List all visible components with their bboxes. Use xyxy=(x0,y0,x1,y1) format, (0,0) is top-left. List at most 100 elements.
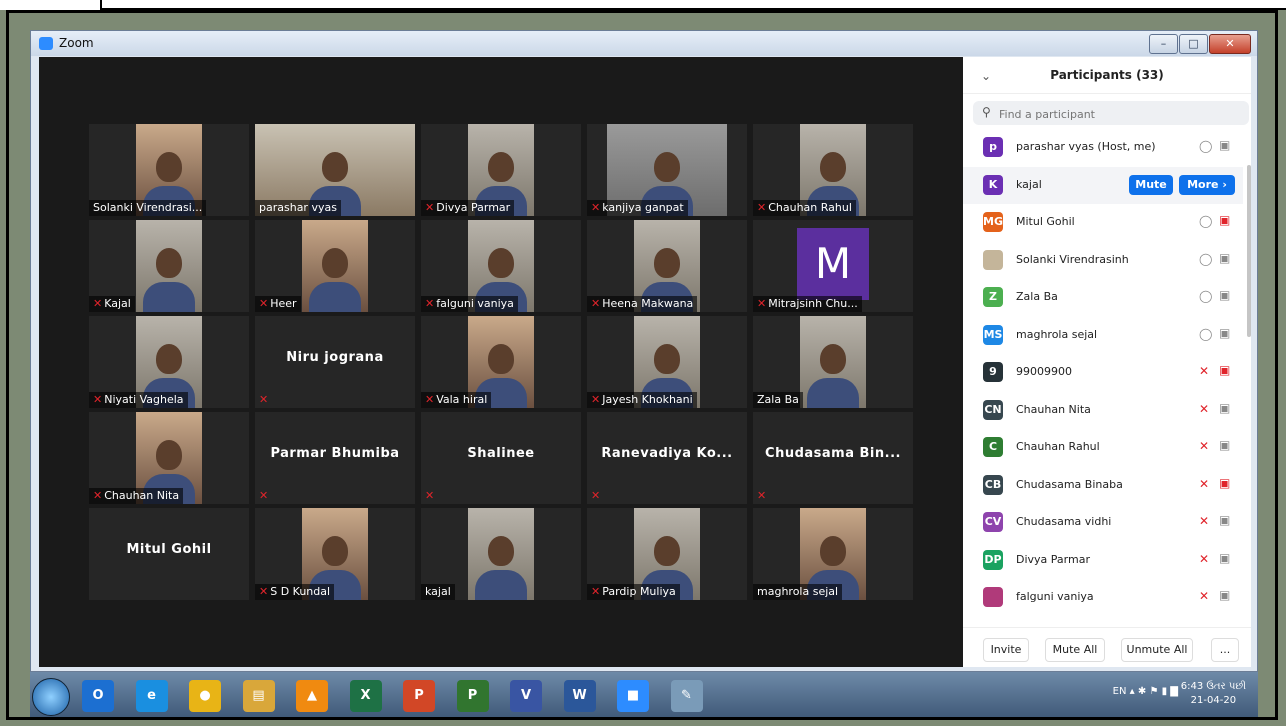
close-button[interactable]: ✕ xyxy=(1209,34,1251,54)
mute-all-button[interactable]: Mute All xyxy=(1045,638,1105,662)
mic-icon[interactable]: ◯ xyxy=(1199,327,1212,341)
participant-row[interactable]: CN Chauhan Nita ✕ ▣ xyxy=(963,392,1243,430)
scrollbar[interactable] xyxy=(1247,165,1251,337)
maximize-button[interactable]: □ xyxy=(1179,34,1208,54)
mic-muted-icon[interactable]: ✕ xyxy=(1199,552,1209,566)
vlc-icon[interactable]: ▲ xyxy=(296,680,328,712)
participant-row[interactable]: falguni vaniya ✕ ▣ xyxy=(963,579,1243,617)
video-icon[interactable]: ▣ xyxy=(1219,551,1230,565)
more-options-button[interactable]: ... xyxy=(1211,638,1239,662)
video-tile[interactable]: ✕ Kajal xyxy=(89,220,249,312)
paint-icon[interactable]: ✎ xyxy=(670,680,703,712)
chrome-icon[interactable]: ● xyxy=(189,680,221,712)
participant-row[interactable]: CB Chudasama Binaba ✕ ▣ xyxy=(963,467,1243,505)
participant-row[interactable]: CV Chudasama vidhi ✕ ▣ xyxy=(963,504,1243,542)
video-tile[interactable]: M ✕ Mitrajsinh Chu... xyxy=(753,220,913,312)
video-tile[interactable]: maghrola sejal xyxy=(753,508,913,600)
word-icon[interactable]: W xyxy=(563,680,596,712)
video-tile[interactable]: ✕ Chauhan Nita xyxy=(89,412,249,504)
minimize-button[interactable]: – xyxy=(1149,34,1178,54)
video-tile[interactable]: Shalinee ✕ xyxy=(421,412,581,504)
mic-icon[interactable]: ◯ xyxy=(1199,289,1212,303)
mic-muted-icon[interactable]: ✕ xyxy=(1199,514,1209,528)
mic-icon[interactable]: ◯ xyxy=(1199,214,1212,228)
video-icon[interactable]: ▣ xyxy=(1219,588,1230,602)
video-tile[interactable]: ✕ Divya Parmar xyxy=(421,124,581,216)
project-icon[interactable]: P xyxy=(456,680,489,712)
video-icon[interactable]: ▣ xyxy=(1219,138,1230,152)
mic-muted-icon[interactable]: ✕ xyxy=(1199,364,1209,378)
participant-row[interactable]: Kkajal Mute More › xyxy=(963,166,1243,204)
powerpoint-icon[interactable]: P xyxy=(403,680,435,712)
outlook-icon[interactable]: O xyxy=(82,680,114,712)
video-tile[interactable]: Chudasama Bin... ✕ xyxy=(753,412,913,504)
start-button[interactable] xyxy=(32,678,70,716)
flag-icon[interactable]: ⚑ xyxy=(1149,686,1161,697)
system-tray[interactable]: EN ▴ ✱ ⚑ ▮ ▇ xyxy=(1113,686,1178,697)
mic-muted-icon: ✕ xyxy=(757,489,767,502)
participant-row[interactable]: 9 99009900 ✕ ▣ xyxy=(963,354,1243,392)
battery-icon[interactable]: ▮ xyxy=(1162,686,1168,697)
tray-arrow-icon[interactable]: ▴ xyxy=(1130,686,1138,697)
more-button[interactable]: More › xyxy=(1179,174,1235,195)
title-bar[interactable]: Zoom – □ ✕ xyxy=(31,31,1257,56)
zoom-icon[interactable]: ■ xyxy=(617,680,649,712)
video-icon[interactable]: ▣ xyxy=(1219,438,1230,452)
unmute-all-button[interactable]: Unmute All xyxy=(1121,638,1193,662)
video-tile[interactable]: Ranevadiya Ko... ✕ xyxy=(587,412,747,504)
video-icon[interactable]: ▣ xyxy=(1219,326,1230,340)
language-indicator[interactable]: EN xyxy=(1113,686,1127,697)
participant-name: Zala Ba xyxy=(757,393,799,406)
participant-row[interactable]: p parashar vyas (Host, me) ◯ ▣ xyxy=(963,129,1243,167)
video-tile[interactable]: ✕ kanjiya ganpat xyxy=(587,124,747,216)
video-tile[interactable]: ✕ Niyati Vaghela xyxy=(89,316,249,408)
explorer-icon[interactable]: ▤ xyxy=(242,680,275,712)
video-tile[interactable]: ✕ Pardip Muliya xyxy=(587,508,747,600)
search-input[interactable] xyxy=(997,101,1241,127)
excel-icon[interactable]: X xyxy=(349,680,382,712)
video-tile[interactable]: parashar vyas xyxy=(255,124,415,216)
mic-muted-icon[interactable]: ✕ xyxy=(1199,402,1209,416)
bluetooth-icon[interactable]: ✱ xyxy=(1138,686,1146,697)
mic-icon[interactable]: ◯ xyxy=(1199,139,1212,153)
clock[interactable]: 6:43 ઉતર પછી 21-04-20 xyxy=(1181,680,1246,708)
video-tile[interactable]: Solanki Virendrasi... xyxy=(89,124,249,216)
video-icon[interactable]: ▣ xyxy=(1219,401,1230,415)
mic-muted-icon[interactable]: ✕ xyxy=(1199,589,1209,603)
mute-button[interactable]: Mute xyxy=(1129,174,1173,195)
video-off-icon[interactable]: ▣ xyxy=(1219,476,1230,490)
video-tile[interactable]: ✕ Jayesh Khokhani xyxy=(587,316,747,408)
video-icon[interactable]: ▣ xyxy=(1219,288,1230,302)
video-tile[interactable]: Parmar Bhumiba ✕ xyxy=(255,412,415,504)
video-tile[interactable]: ✕ falguni vaniya xyxy=(421,220,581,312)
video-tile[interactable]: kajal xyxy=(421,508,581,600)
search-box[interactable]: ⚲ xyxy=(973,101,1249,127)
participant-name: 99009900 xyxy=(1016,365,1072,378)
video-off-icon[interactable]: ▣ xyxy=(1219,213,1230,227)
participant-row[interactable]: C Chauhan Rahul ✕ ▣ xyxy=(963,429,1243,467)
video-tile[interactable]: Niru jograna ✕ xyxy=(255,316,415,408)
video-tile[interactable]: Zala Ba xyxy=(753,316,913,408)
video-off-icon[interactable]: ▣ xyxy=(1219,363,1230,377)
video-tile[interactable]: ✕ Heer xyxy=(255,220,415,312)
mic-muted-icon[interactable]: ✕ xyxy=(1199,477,1209,491)
participant-row[interactable]: MS maghrola sejal ◯ ▣ xyxy=(963,317,1243,355)
mic-muted-icon: ✕ xyxy=(259,393,269,406)
video-icon[interactable]: ▣ xyxy=(1219,513,1230,527)
video-tile[interactable]: ✕ Vala hiral xyxy=(421,316,581,408)
video-tile[interactable]: ✕ Chauhan Rahul xyxy=(753,124,913,216)
mic-icon[interactable]: ◯ xyxy=(1199,252,1212,266)
video-tile[interactable]: Mitul Gohil xyxy=(89,508,249,600)
invite-button[interactable]: Invite xyxy=(983,638,1029,662)
visio-icon[interactable]: V xyxy=(510,680,542,712)
participant-row[interactable]: Z Zala Ba ◯ ▣ xyxy=(963,279,1243,317)
participant-row[interactable]: Solanki Virendrasinh ◯ ▣ xyxy=(963,242,1243,280)
mic-muted-icon[interactable]: ✕ xyxy=(1199,439,1209,453)
signal-icon[interactable]: ▇ xyxy=(1170,686,1178,697)
video-tile[interactable]: ✕ S D Kundal xyxy=(255,508,415,600)
video-icon[interactable]: ▣ xyxy=(1219,251,1230,265)
ie-icon[interactable]: e xyxy=(135,680,168,712)
participant-row[interactable]: MG Mitul Gohil ◯ ▣ xyxy=(963,204,1243,242)
participant-row[interactable]: DP Divya Parmar ✕ ▣ xyxy=(963,542,1243,580)
video-tile[interactable]: ✕ Heena Makwana xyxy=(587,220,747,312)
